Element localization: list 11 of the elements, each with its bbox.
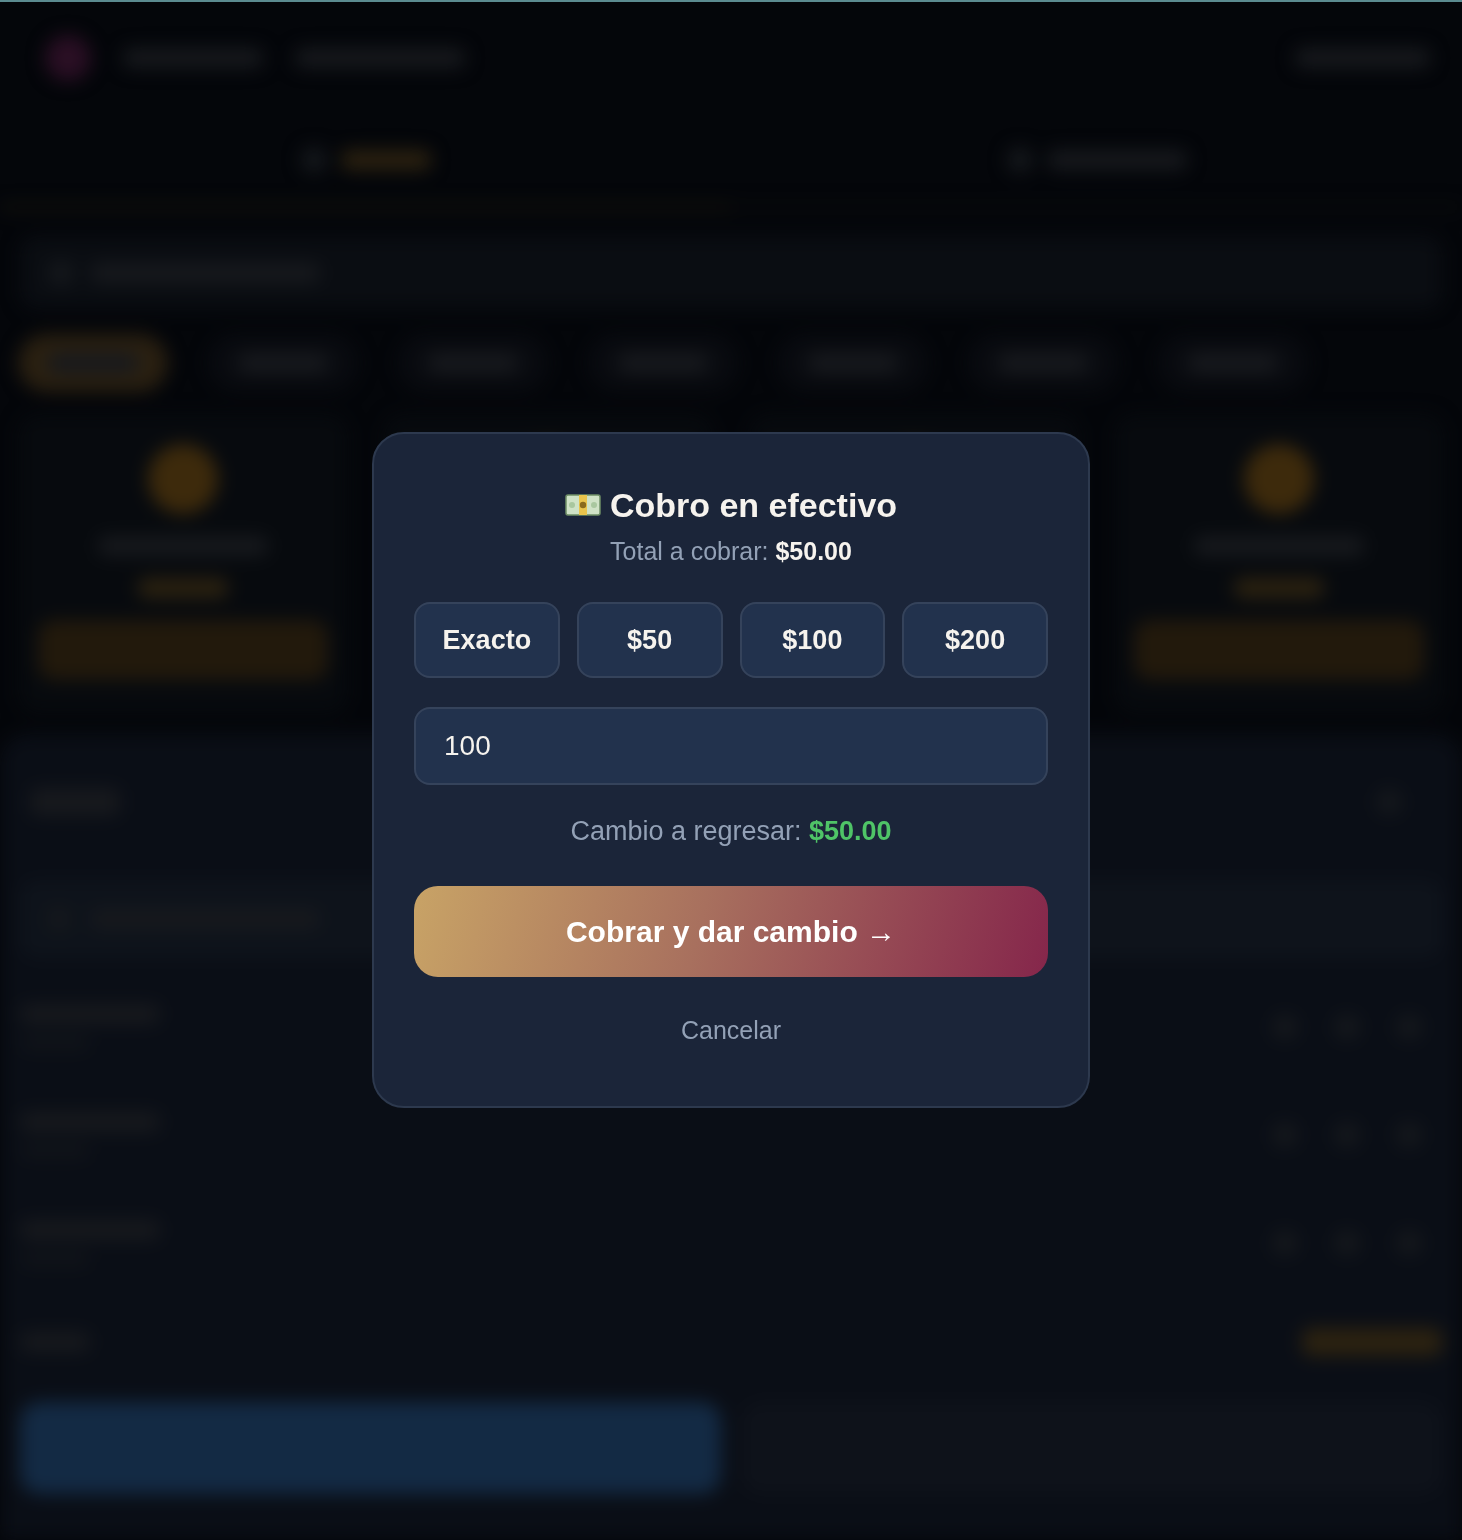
quick-amount-button[interactable]: Exacto	[414, 602, 560, 678]
total-amount-text: Total a cobrar: $50.00	[610, 536, 852, 567]
dialog-title: Cobro en efectivo	[609, 485, 898, 526]
change-amount-text: Cambio a regresar: $50.00	[570, 815, 892, 848]
banknote-icon	[564, 493, 601, 517]
confirm-button[interactable]: Cobrar y dar cambio →	[414, 886, 1048, 977]
quick-amount-button[interactable]: $50	[576, 602, 723, 678]
amount-field[interactable]: 100	[414, 707, 1048, 785]
cancel-button[interactable]: Cancelar	[676, 1012, 786, 1048]
quick-amount-button[interactable]: $100	[739, 602, 886, 678]
quick-amount-button[interactable]: $200	[902, 602, 1048, 678]
